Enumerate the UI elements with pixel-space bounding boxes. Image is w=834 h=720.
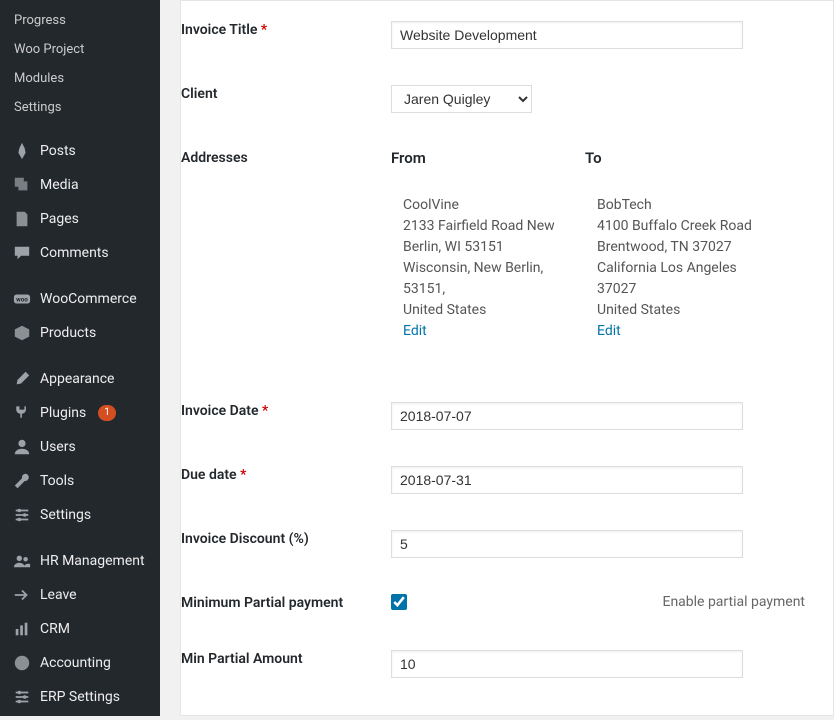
- edit-to-link[interactable]: Edit: [597, 323, 621, 339]
- sidebar-item-label: Products: [40, 325, 96, 341]
- sidebar-item-label: Appearance: [40, 371, 114, 387]
- row-invoice-date: Invoice Date *: [181, 402, 809, 430]
- row-due-date: Due date *: [181, 466, 809, 494]
- chart-icon: [12, 620, 32, 638]
- sidebar-item-leave[interactable]: Leave: [0, 578, 160, 612]
- sidebar-item-label: WooCommerce: [40, 291, 137, 307]
- sidebar-sub-woo-project[interactable]: Woo Project: [0, 35, 160, 64]
- sidebar-item-label: HR Management: [40, 553, 145, 569]
- users-icon: [12, 552, 32, 570]
- address-from-body: CoolVine 2133 Fairfield Road New Berlin,…: [391, 195, 561, 342]
- sidebar-item-label: Comments: [40, 245, 109, 261]
- sidebar-item-users[interactable]: Users: [0, 430, 160, 464]
- box-icon: [12, 324, 32, 342]
- due-date-input[interactable]: [391, 466, 743, 494]
- discount-input[interactable]: [391, 530, 743, 558]
- plug-icon: [12, 404, 32, 422]
- sidebar-sub-modules[interactable]: Modules: [0, 64, 160, 93]
- sidebar-item-erp-settings[interactable]: ERP Settings: [0, 680, 160, 714]
- row-addresses: Addresses From CoolVine 2133 Fairfield R…: [181, 149, 809, 342]
- sidebar-item-label: Accounting: [40, 655, 111, 671]
- sidebar-item-label: ERP Settings: [40, 689, 120, 705]
- sidebar-item-label: Media: [40, 177, 79, 193]
- svg-text:woo: woo: [16, 296, 28, 304]
- media-icon: [12, 176, 32, 194]
- sidebar-item-label: Users: [40, 439, 76, 455]
- row-discount: Invoice Discount (%): [181, 530, 809, 558]
- address-columns: From CoolVine 2133 Fairfield Road New Be…: [391, 149, 809, 342]
- label-discount: Invoice Discount (%): [181, 530, 391, 550]
- label-min-partial-amount: Min Partial Amount: [181, 650, 391, 670]
- admin-sidebar: Progress Woo Project Modules Settings Po…: [0, 0, 160, 716]
- label-min-partial: Minimum Partial payment: [181, 594, 391, 614]
- label-invoice-date: Invoice Date *: [181, 402, 391, 422]
- sidebar-sub-progress[interactable]: Progress: [0, 6, 160, 35]
- row-min-partial: Minimum Partial payment Enable partial p…: [181, 594, 809, 614]
- sidebar-item-plugins[interactable]: Plugins 1: [0, 396, 160, 430]
- sidebar-item-hr[interactable]: HR Management: [0, 544, 160, 578]
- coin-icon: [12, 654, 32, 672]
- row-invoice-title: Invoice Title *: [181, 21, 809, 49]
- woo-icon: woo: [12, 290, 32, 308]
- min-partial-hint: Enable partial payment: [662, 594, 809, 610]
- client-select[interactable]: Jaren Quigley: [391, 85, 532, 113]
- sidebar-item-label: Pages: [40, 211, 79, 227]
- row-min-partial-amount: Min Partial Amount: [181, 650, 809, 678]
- sidebar-item-accounting[interactable]: Accounting: [0, 646, 160, 680]
- sidebar-item-crm[interactable]: CRM: [0, 612, 160, 646]
- label-client: Client: [181, 85, 391, 105]
- address-to: To BobTech 4100 Buffalo Creek Road Brent…: [585, 149, 755, 342]
- sidebar-item-label: Settings: [40, 507, 91, 523]
- sidebar-item-appearance[interactable]: Appearance: [0, 362, 160, 396]
- sidebar-item-settings[interactable]: Settings: [0, 498, 160, 532]
- required-mark: *: [262, 403, 268, 419]
- sidebar-item-tools[interactable]: Tools: [0, 464, 160, 498]
- min-partial-checkbox[interactable]: [391, 594, 407, 610]
- sidebar-item-label: Posts: [40, 143, 76, 159]
- update-badge: 1: [98, 405, 116, 421]
- address-from-heading: From: [391, 149, 561, 167]
- sidebar-item-pages[interactable]: Pages: [0, 202, 160, 236]
- sidebar-item-label: Leave: [40, 587, 77, 603]
- required-mark: *: [240, 467, 246, 483]
- sidebar-group-content: Posts Media Pages Comments: [0, 128, 160, 276]
- label-addresses: Addresses: [181, 149, 391, 169]
- comment-icon: [12, 244, 32, 262]
- sidebar-item-label: Plugins: [40, 405, 86, 421]
- invoice-form-panel: Invoice Title * Client Jaren Quigley Add…: [180, 0, 834, 716]
- arrow-icon: [12, 586, 32, 604]
- required-mark: *: [261, 22, 267, 38]
- min-partial-amount-input[interactable]: [391, 650, 743, 678]
- invoice-date-input[interactable]: [391, 402, 743, 430]
- sliders-icon: [12, 688, 32, 706]
- sidebar-item-media[interactable]: Media: [0, 168, 160, 202]
- brush-icon: [12, 370, 32, 388]
- sidebar-item-woocommerce[interactable]: woo WooCommerce: [0, 282, 160, 316]
- address-from: From CoolVine 2133 Fairfield Road New Be…: [391, 149, 561, 342]
- page-icon: [12, 210, 32, 228]
- row-client: Client Jaren Quigley: [181, 85, 809, 113]
- sidebar-item-label: Tools: [40, 473, 74, 489]
- invoice-title-input[interactable]: [391, 21, 743, 49]
- sidebar-item-comments[interactable]: Comments: [0, 236, 160, 270]
- sidebar-sub-settings[interactable]: Settings: [0, 93, 160, 122]
- pin-icon: [12, 142, 32, 160]
- user-icon: [12, 438, 32, 456]
- sidebar-item-products[interactable]: Products: [0, 316, 160, 350]
- main-content: Invoice Title * Client Jaren Quigley Add…: [160, 0, 834, 716]
- address-to-heading: To: [585, 149, 755, 167]
- sidebar-item-label: CRM: [40, 621, 70, 637]
- label-due-date: Due date *: [181, 466, 391, 486]
- sliders-icon: [12, 506, 32, 524]
- edit-from-link[interactable]: Edit: [403, 323, 427, 339]
- sidebar-group-erp: HR Management Leave CRM Accounting ERP S…: [0, 538, 160, 720]
- sidebar-subgroup: Progress Woo Project Modules Settings: [0, 0, 160, 128]
- label-invoice-title: Invoice Title *: [181, 21, 391, 41]
- sidebar-group-admin: Appearance Plugins 1 Users Tools Setting…: [0, 356, 160, 538]
- wrench-icon: [12, 472, 32, 490]
- sidebar-group-woo: woo WooCommerce Products: [0, 276, 160, 356]
- address-to-body: BobTech 4100 Buffalo Creek Road Brentwoo…: [585, 195, 755, 342]
- sidebar-item-posts[interactable]: Posts: [0, 134, 160, 168]
